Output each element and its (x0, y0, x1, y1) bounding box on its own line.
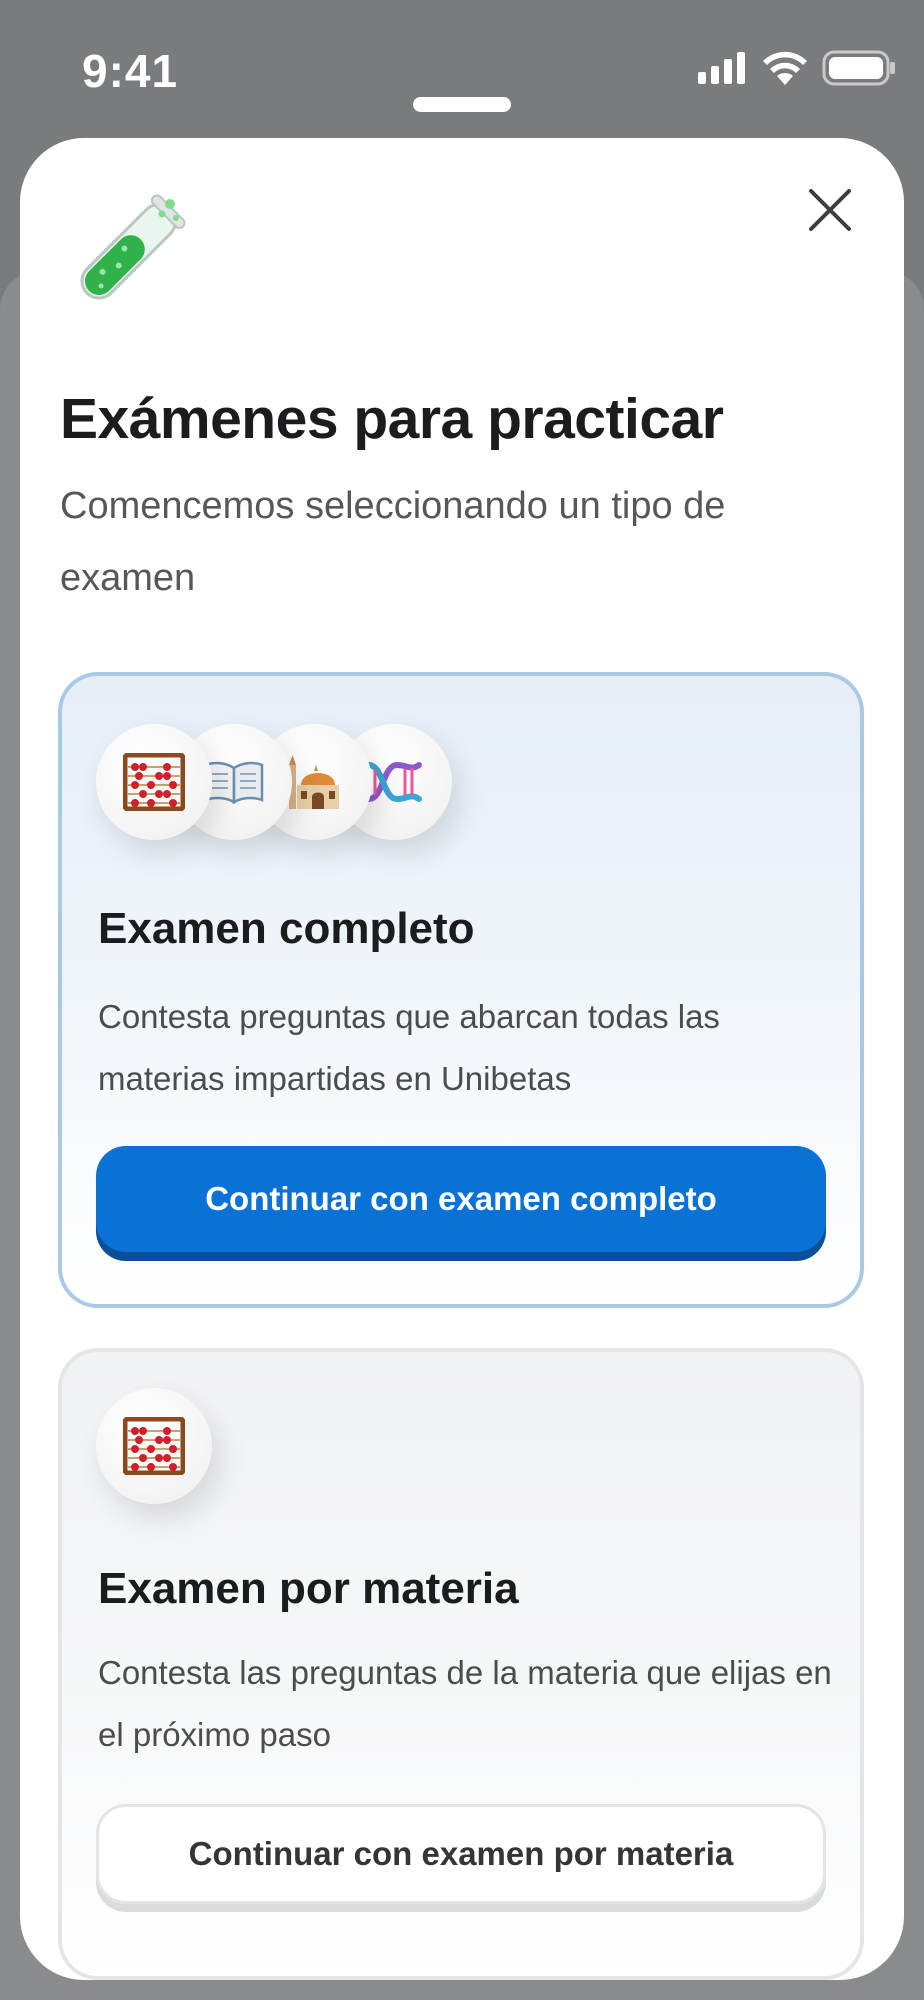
battery-icon (822, 50, 896, 91)
close-icon (808, 188, 852, 237)
abacus-icon (96, 724, 212, 840)
cellular-signal-icon (698, 52, 748, 89)
continue-subject-exam-button[interactable]: Continuar con examen por materia (96, 1804, 826, 1904)
test-tube-icon (58, 192, 188, 322)
sheet-grabber[interactable] (413, 97, 511, 112)
full-exam-title: Examen completo (98, 904, 475, 953)
subject-exam-title: Examen por materia (98, 1564, 519, 1613)
subject-exam-card[interactable]: Examen por materia Contesta las pregunta… (58, 1348, 864, 1980)
continue-full-exam-button[interactable]: Continuar con examen completo (96, 1146, 826, 1252)
exam-type-sheet: Exámenes para practicar Comencemos selec… (20, 138, 904, 1980)
abacus-icon (96, 1388, 212, 1504)
subject-exam-description: Contesta las preguntas de la materia que… (98, 1654, 832, 1753)
page-title: Exámenes para practicar (60, 387, 724, 451)
full-exam-description: Contesta preguntas que abarcan todas las… (98, 998, 720, 1097)
status-icons (698, 50, 896, 91)
full-exam-card[interactable]: Examen completo Contesta preguntas que a… (58, 672, 864, 1308)
status-time: 9:41 (82, 45, 179, 97)
status-bar: 9:41 (0, 0, 924, 140)
wifi-icon (762, 51, 808, 90)
close-button[interactable] (800, 182, 860, 242)
page-subtitle: Comencemos seleccionando un tipo de exam… (60, 485, 726, 599)
